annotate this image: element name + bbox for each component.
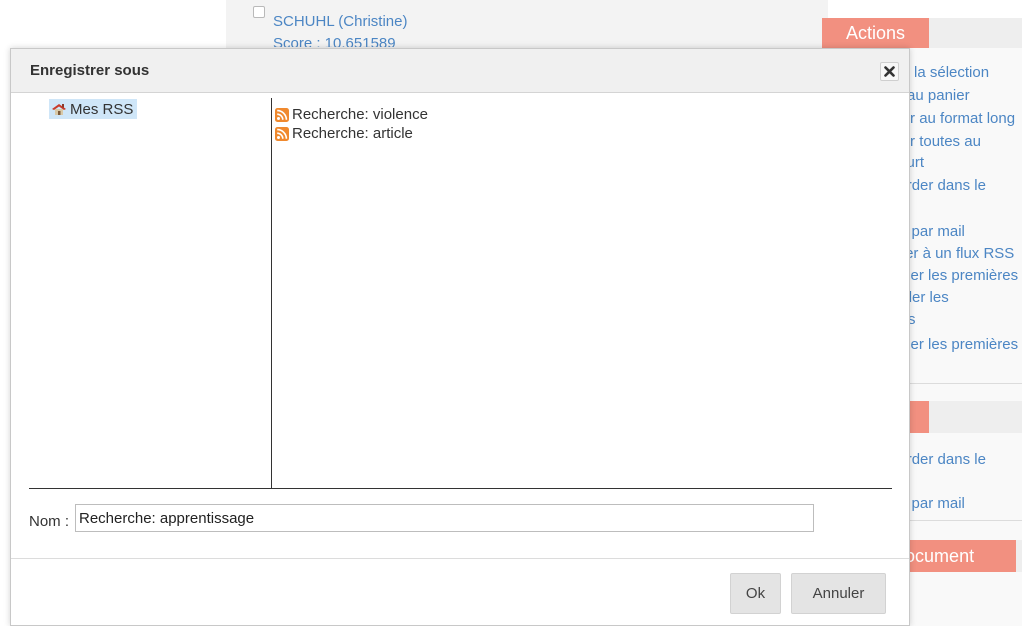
section3-header-bar	[1016, 540, 1022, 572]
section3-header: Actions document	[909, 540, 1016, 572]
footer-separator	[11, 558, 909, 559]
dialog-titlebar[interactable]: Enregistrer sous	[11, 49, 909, 93]
close-icon	[884, 66, 895, 77]
tree-node-label: Mes RSS	[70, 100, 134, 118]
rss-icon	[275, 107, 289, 122]
feed-list: Recherche: violence Recherche: article	[275, 105, 885, 143]
rss-folder-icon	[52, 103, 66, 115]
section2-header-bar	[929, 401, 1022, 433]
save-as-dialog: Enregistrer sous Mes RSS Recherche: viol…	[10, 48, 910, 626]
ok-button[interactable]: Ok	[730, 573, 781, 614]
name-field-label: Nom :	[29, 513, 70, 530]
panel-separator	[909, 383, 1022, 384]
cancel-button[interactable]: Annuler	[791, 573, 886, 614]
list-item[interactable]: Recherche: violence	[275, 105, 885, 124]
section2-header	[909, 401, 929, 433]
close-button[interactable]	[880, 62, 899, 81]
result-author-link[interactable]: SCHUHL (Christine)	[273, 13, 407, 30]
folder-tree: Mes RSS	[29, 93, 272, 488]
panel-separator-2	[909, 520, 1022, 521]
tree-node-mes-rss[interactable]: Mes RSS	[49, 99, 138, 119]
actions-panel-header: Actions	[822, 18, 929, 48]
pane-divider[interactable]	[271, 98, 272, 488]
actions-panel-header-bar	[929, 18, 1022, 48]
list-item-label: Recherche: violence	[292, 106, 428, 123]
result-score: Score : 10,651589	[273, 35, 396, 47]
rss-icon	[275, 126, 289, 141]
name-input[interactable]	[75, 504, 814, 532]
form-divider	[29, 488, 892, 489]
list-item[interactable]: Recherche: article	[275, 124, 885, 143]
dialog-title: Enregistrer sous	[30, 62, 150, 79]
result-checkbox[interactable]	[253, 6, 265, 18]
list-item-label: Recherche: article	[292, 125, 413, 142]
